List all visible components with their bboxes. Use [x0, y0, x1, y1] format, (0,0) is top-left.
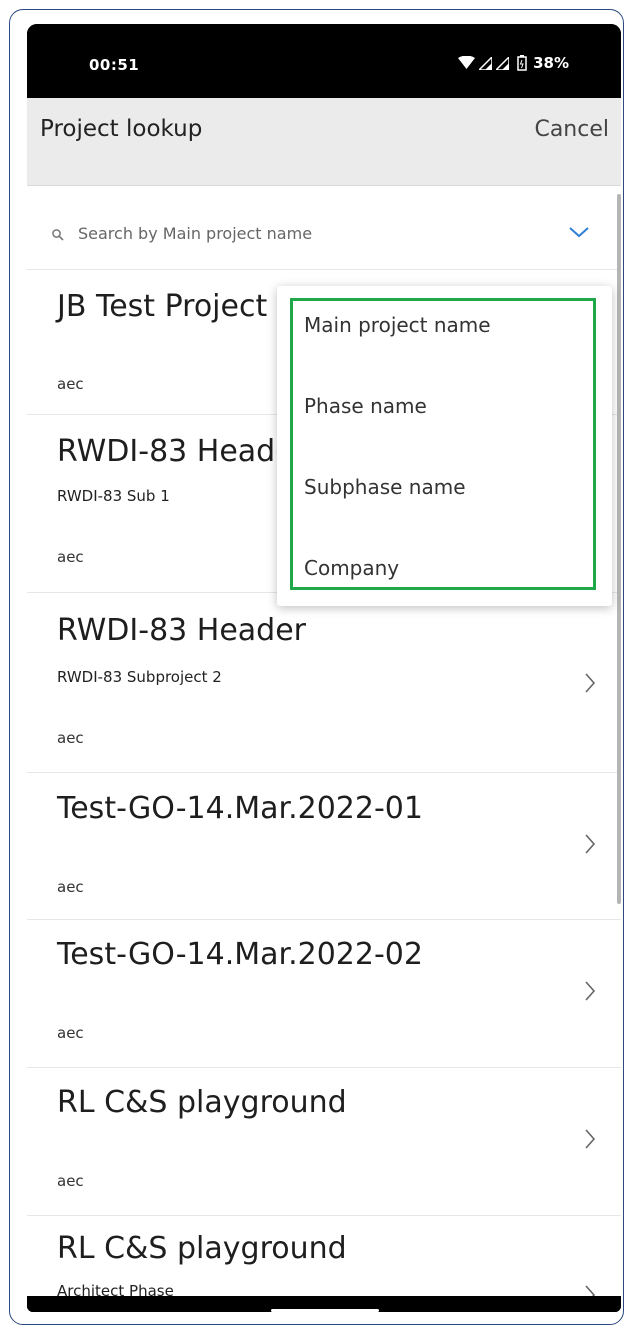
project-title: Test-GO-14.Mar.2022-01: [57, 791, 423, 826]
status-bar: 00:51 38%: [27, 24, 621, 98]
list-item[interactable]: RL C&S playground aec: [27, 1068, 621, 1216]
option-subphase-name[interactable]: Subphase name: [304, 475, 466, 499]
scrollbar[interactable]: [617, 194, 621, 904]
chevron-down-icon[interactable]: [568, 224, 590, 243]
wifi-icon: [458, 56, 476, 70]
project-company: aec: [57, 1024, 84, 1042]
project-title: JB Test Project: [57, 289, 268, 324]
list-item[interactable]: RL C&S playground Architect Phase: [27, 1216, 621, 1296]
project-company: aec: [57, 729, 84, 747]
project-title: RL C&S playground: [57, 1231, 347, 1266]
search-bar[interactable]: Search by Main project name: [27, 186, 621, 270]
project-company: aec: [57, 1172, 84, 1190]
list-item[interactable]: Test-GO-14.Mar.2022-02 aec: [27, 920, 621, 1068]
highlight-box: [290, 298, 596, 590]
chevron-right-icon: [584, 833, 596, 859]
project-subtitle: RWDI-83 Subproject 2: [57, 668, 222, 686]
chevron-right-icon: [584, 980, 596, 1006]
option-company[interactable]: Company: [304, 556, 399, 580]
list-item[interactable]: RWDI-83 Header RWDI-83 Subproject 2 aec: [27, 593, 621, 773]
status-time: 00:51: [89, 56, 140, 74]
project-subtitle: RWDI-83 Sub 1: [57, 487, 170, 505]
project-title: RL C&S playground: [57, 1085, 347, 1120]
battery-icon: [517, 55, 527, 71]
option-main-project-name[interactable]: Main project name: [304, 313, 491, 337]
home-indicator[interactable]: [271, 1309, 379, 1312]
chevron-right-icon: [584, 1284, 596, 1296]
project-title: RWDI-83 Header: [57, 434, 307, 469]
chevron-right-icon: [584, 672, 596, 698]
status-icons: 38%: [458, 54, 569, 72]
project-company: aec: [57, 878, 84, 896]
option-phase-name[interactable]: Phase name: [304, 394, 427, 418]
project-title: Test-GO-14.Mar.2022-02: [57, 937, 423, 972]
project-title: RWDI-83 Header: [57, 613, 307, 648]
project-list-area: Search by Main project name JB Test Proj…: [27, 186, 621, 1296]
page-title: Project lookup: [40, 116, 203, 142]
cancel-button[interactable]: Cancel: [534, 117, 609, 142]
signal-icon: [479, 56, 493, 70]
battery-percent: 38%: [533, 54, 569, 72]
app-header: Project lookup Cancel: [27, 98, 621, 186]
project-company: aec: [57, 375, 84, 393]
project-subtitle: Architect Phase: [57, 1282, 174, 1296]
chevron-right-icon: [584, 1128, 596, 1154]
search-icon: [52, 226, 64, 245]
signal-icon: [496, 56, 510, 70]
phone-screen: 00:51 38% Project lookup Cancel Search b…: [27, 24, 621, 1312]
search-input[interactable]: Search by Main project name: [78, 224, 312, 243]
search-field-dropdown: Main project name Phase name Subphase na…: [277, 286, 612, 606]
project-company: aec: [57, 548, 84, 566]
list-item[interactable]: Test-GO-14.Mar.2022-01 aec: [27, 773, 621, 920]
